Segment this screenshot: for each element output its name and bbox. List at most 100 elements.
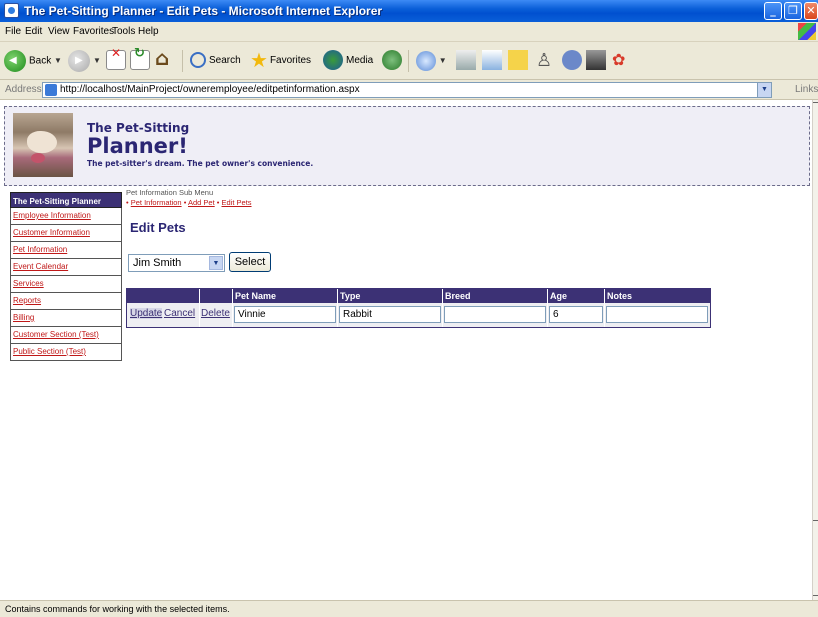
menu-bar: File Edit View Favorites Tools Help bbox=[0, 22, 818, 42]
back-button[interactable]: Back ▼ bbox=[4, 47, 62, 75]
menu-help[interactable]: Help bbox=[138, 26, 159, 37]
research-icon bbox=[562, 50, 582, 71]
status-bar: Contains commands for working with the s… bbox=[0, 600, 818, 617]
sidebar-item-services[interactable]: Services bbox=[10, 276, 122, 293]
mail-icon bbox=[416, 51, 436, 71]
research-button[interactable] bbox=[562, 47, 582, 75]
forward-arrow-icon bbox=[68, 47, 90, 75]
maximize-button[interactable]: ❐ bbox=[784, 2, 802, 20]
refresh-button[interactable] bbox=[130, 46, 150, 75]
back-arrow-icon bbox=[4, 47, 26, 75]
delete-link[interactable]: Delete bbox=[201, 308, 230, 319]
cancel-link[interactable]: Cancel bbox=[164, 308, 195, 319]
column-header-notes: Notes bbox=[607, 291, 633, 301]
toolbar-separator bbox=[182, 50, 183, 72]
browser-window: The Pet-Sitting Planner - Edit Pets - Mi… bbox=[0, 0, 818, 617]
age-input[interactable]: 6 bbox=[549, 306, 603, 323]
site-title-line1: The Pet-Sitting bbox=[87, 121, 190, 135]
submenu: • Pet Information • Add Pet • Edit Pets bbox=[126, 198, 252, 207]
submenu-link-add-pet[interactable]: Add Pet bbox=[188, 198, 215, 207]
column-header-pet-name: Pet Name bbox=[235, 291, 277, 301]
pets-grid: Pet Name Type Breed Age Notes Update Can… bbox=[126, 288, 711, 328]
menu-file[interactable]: File bbox=[5, 26, 21, 37]
pet-photo-logo bbox=[13, 113, 73, 177]
media-icon bbox=[323, 50, 343, 71]
sidebar-nav: The Pet-Sitting Planner Employee Informa… bbox=[10, 192, 122, 361]
mail-button[interactable]: ▼ bbox=[416, 47, 447, 75]
search-button[interactable]: Search bbox=[190, 47, 241, 75]
table-row: Update Cancel Delete Vinnie Rabbit 6 bbox=[127, 303, 710, 327]
sidebar-item-reports[interactable]: Reports bbox=[10, 293, 122, 310]
media-button[interactable]: Media bbox=[323, 47, 373, 75]
sidebar-item-customer-information[interactable]: Customer Information bbox=[10, 225, 122, 242]
window-title: The Pet-Sitting Planner - Edit Pets - Mi… bbox=[24, 4, 383, 18]
messenger-button[interactable]: ♙ bbox=[536, 47, 556, 75]
edit-icon bbox=[482, 50, 502, 71]
submenu-title: Pet Information Sub Menu bbox=[126, 188, 214, 197]
grid-divider bbox=[604, 289, 605, 327]
people-icon: ♙ bbox=[536, 50, 553, 72]
history-button[interactable] bbox=[382, 47, 402, 75]
home-icon bbox=[155, 46, 175, 70]
menu-favorites[interactable]: Favorites bbox=[73, 26, 114, 37]
toolbar: Back ▼ ▼ Search ★Favorites Media ▼ ♙ ✿ bbox=[0, 42, 818, 80]
sidebar-item-customer-section[interactable]: Customer Section (Test) bbox=[10, 327, 122, 344]
extra-button[interactable]: ✿ bbox=[612, 47, 632, 75]
extension-icon: ✿ bbox=[612, 50, 626, 70]
forward-button[interactable]: ▼ bbox=[68, 47, 101, 75]
address-url: http://localhost/MainProject/owneremploy… bbox=[60, 84, 360, 95]
address-label: Address bbox=[5, 84, 42, 95]
page-icon bbox=[45, 84, 57, 96]
favorites-button[interactable]: ★ Favorites bbox=[250, 47, 311, 75]
address-input[interactable]: http://localhost/MainProject/owneremploy… bbox=[42, 82, 772, 98]
submenu-link-pet-information[interactable]: Pet Information bbox=[131, 198, 182, 207]
close-button[interactable]: ✕ bbox=[804, 2, 818, 20]
column-header-breed: Breed bbox=[445, 291, 471, 301]
history-icon bbox=[382, 50, 402, 71]
sidebar-item-public-section[interactable]: Public Section (Test) bbox=[10, 344, 122, 361]
grid-divider bbox=[232, 289, 233, 327]
grid-divider bbox=[442, 289, 443, 327]
page-title: Edit Pets bbox=[130, 220, 186, 235]
tools-button[interactable] bbox=[586, 47, 606, 75]
print-button[interactable] bbox=[456, 47, 476, 75]
home-button[interactable] bbox=[155, 46, 175, 75]
pet-name-input[interactable]: Vinnie bbox=[234, 306, 336, 323]
vertical-scrollbar[interactable] bbox=[812, 100, 818, 600]
grid-divider bbox=[547, 289, 548, 327]
scrollbar-mark bbox=[813, 595, 818, 596]
sidebar-item-pet-information[interactable]: Pet Information bbox=[10, 242, 122, 259]
sidebar-item-billing[interactable]: Billing bbox=[10, 310, 122, 327]
address-dropdown-icon[interactable]: ▼ bbox=[757, 83, 771, 97]
owner-select[interactable]: Jim Smith ▼ bbox=[128, 254, 225, 272]
menu-edit[interactable]: Edit bbox=[25, 26, 42, 37]
grid-divider bbox=[199, 289, 200, 327]
column-header-age: Age bbox=[550, 291, 568, 301]
discuss-button[interactable] bbox=[508, 47, 528, 75]
dropdown-arrow-icon: ▼ bbox=[438, 56, 447, 65]
submenu-link-edit-pets[interactable]: Edit Pets bbox=[222, 198, 252, 207]
status-text: Contains commands for working with the s… bbox=[5, 604, 230, 614]
sidebar-item-event-calendar[interactable]: Event Calendar bbox=[10, 259, 122, 276]
menu-tools[interactable]: Tools bbox=[112, 26, 135, 37]
minimize-button[interactable]: _ bbox=[764, 2, 782, 20]
site-title-line2: Planner! bbox=[87, 134, 188, 158]
sidebar-item-employee-information[interactable]: Employee Information bbox=[10, 208, 122, 225]
stop-button[interactable] bbox=[106, 46, 126, 75]
scrollbar-mark bbox=[813, 520, 818, 521]
menu-view[interactable]: View bbox=[48, 26, 70, 37]
edit-button[interactable] bbox=[482, 47, 502, 75]
search-icon bbox=[190, 52, 206, 69]
links-label[interactable]: Links bbox=[795, 84, 818, 95]
address-bar: Address http://localhost/MainProject/own… bbox=[0, 80, 818, 100]
windows-logo-icon bbox=[798, 23, 816, 40]
notes-input[interactable] bbox=[606, 306, 708, 323]
type-input[interactable]: Rabbit bbox=[339, 306, 441, 323]
update-link[interactable]: Update bbox=[130, 308, 163, 319]
breed-input[interactable] bbox=[444, 306, 546, 323]
page-content: The Pet-Sitting Planner! The pet-sitter'… bbox=[0, 100, 812, 600]
dropdown-arrow-icon: ▼ bbox=[93, 56, 101, 65]
ie-icon bbox=[4, 3, 19, 18]
select-button[interactable]: Select bbox=[229, 252, 271, 272]
chevron-down-icon[interactable]: ▼ bbox=[209, 256, 223, 270]
